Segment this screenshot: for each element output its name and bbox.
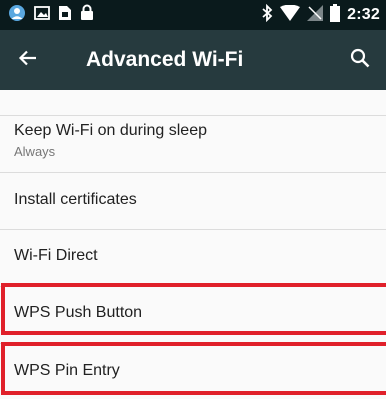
- search-button[interactable]: [346, 46, 374, 74]
- avatar-icon: [8, 4, 26, 27]
- image-icon: [34, 5, 50, 26]
- battery-icon: [330, 3, 341, 27]
- setting-label: Keep Wi-Fi on during sleep: [14, 122, 207, 139]
- wifi-direct-setting[interactable]: Wi-Fi Direct: [0, 230, 386, 286]
- page-title: Advanced Wi-Fi: [86, 48, 244, 71]
- back-button[interactable]: [14, 46, 42, 74]
- search-icon: [350, 48, 370, 73]
- keep-wifi-on-during-sleep-setting[interactable]: Keep Wi-Fi on during sleep Always: [0, 116, 386, 173]
- setting-label: Wi-Fi Direct: [14, 247, 98, 264]
- no-signal-icon: [307, 4, 324, 26]
- bluetooth-icon: [261, 3, 273, 27]
- arrow-left-icon: [18, 48, 38, 73]
- notification-icons: [8, 4, 94, 27]
- setting-value: Always: [14, 144, 56, 159]
- install-certificates-setting[interactable]: Install certificates: [0, 173, 386, 229]
- app-bar: Advanced Wi-Fi: [0, 30, 386, 90]
- setting-label: Install certificates: [14, 191, 137, 208]
- wifi-icon: [280, 4, 301, 26]
- status-bar: 2:32: [0, 0, 386, 30]
- sim-card-icon: [58, 5, 72, 26]
- clock: 2:32: [347, 6, 380, 23]
- highlight-box: [1, 342, 386, 395]
- highlight-box: [1, 283, 386, 335]
- lock-icon: [80, 4, 94, 26]
- system-icons: 2:32: [261, 3, 380, 27]
